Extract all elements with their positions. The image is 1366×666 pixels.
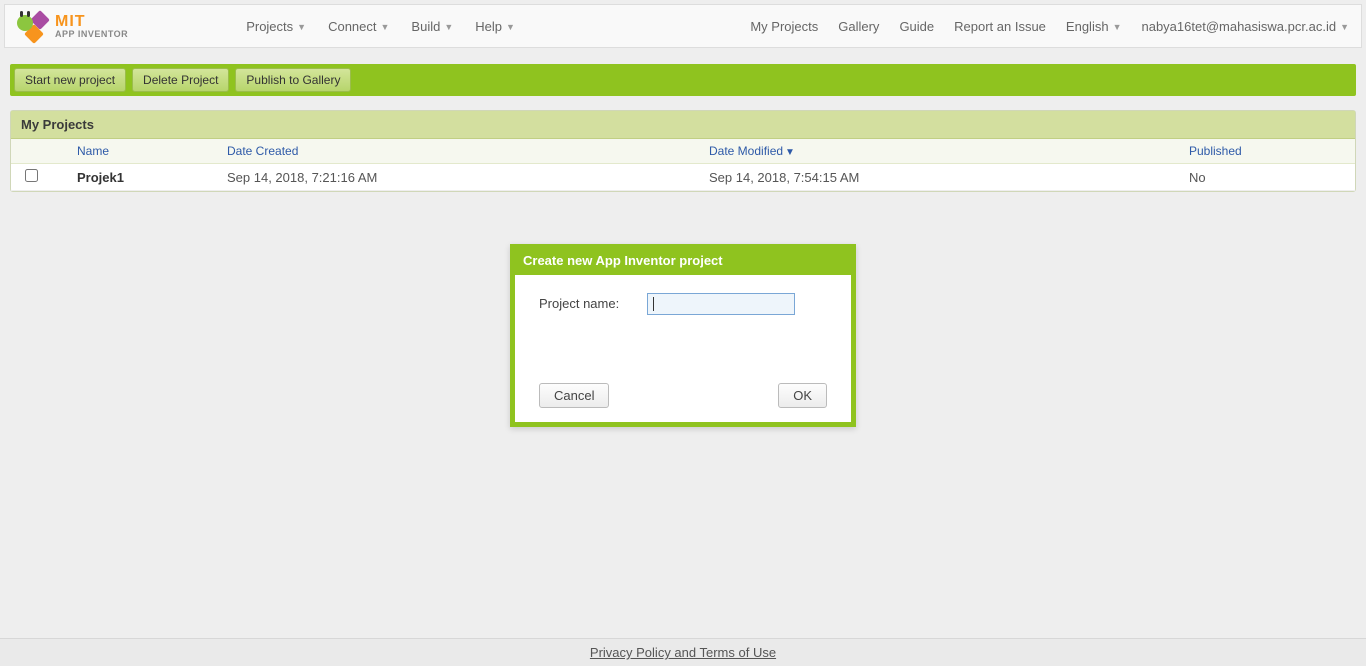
my-projects-panel: My Projects Name Date Created Date Modif…: [10, 110, 1356, 192]
menu-build-label: Build: [411, 19, 440, 34]
project-name-input[interactable]: [647, 293, 795, 315]
menu-language[interactable]: English ▼: [1066, 19, 1122, 34]
dialog-title: Create new App Inventor project: [515, 249, 851, 275]
cell-date-created: Sep 14, 2018, 7:21:16 AM: [227, 170, 709, 185]
dialog-layer: Create new App Inventor project Project …: [0, 4, 1366, 666]
menu-projects[interactable]: Projects ▼: [246, 19, 306, 34]
caret-down-icon: ▼: [381, 22, 390, 32]
action-toolbar: Start new project Delete Project Publish…: [10, 64, 1356, 96]
app-logo[interactable]: MIT APP INVENTOR: [15, 11, 128, 41]
cell-date-modified: Sep 14, 2018, 7:54:15 AM: [709, 170, 1189, 185]
col-header-date-modified[interactable]: Date Modified▼: [709, 144, 1189, 158]
start-new-project-button[interactable]: Start new project: [14, 68, 126, 92]
sort-descending-icon: ▼: [785, 147, 795, 158]
row-checkbox[interactable]: [25, 169, 38, 182]
privacy-terms-link[interactable]: Privacy Policy and Terms of Use: [590, 645, 776, 660]
logo-line2: APP INVENTOR: [55, 30, 128, 39]
top-navbar: MIT APP INVENTOR Projects ▼ Connect ▼ Buil…: [4, 4, 1362, 48]
col-header-published[interactable]: Published: [1189, 144, 1355, 158]
panel-title: My Projects: [11, 111, 1355, 139]
caret-down-icon: ▼: [444, 22, 453, 32]
logo-icon: [15, 11, 49, 41]
ok-button[interactable]: OK: [778, 383, 827, 408]
menu-account-label: nabya16tet@mahasiswa.pcr.ac.id: [1141, 19, 1336, 34]
caret-down-icon: ▼: [506, 22, 515, 32]
logo-text: MIT APP INVENTOR: [55, 14, 128, 39]
link-report-issue[interactable]: Report an Issue: [954, 19, 1046, 34]
table-header-row: Name Date Created Date Modified▼ Publish…: [11, 139, 1355, 164]
cell-project-name: Projek1: [77, 170, 227, 185]
menu-help[interactable]: Help ▼: [475, 19, 515, 34]
cell-published: No: [1189, 170, 1355, 185]
table-row[interactable]: Projek1 Sep 14, 2018, 7:21:16 AM Sep 14,…: [11, 164, 1355, 191]
menu-help-label: Help: [475, 19, 502, 34]
logo-line1: MIT: [55, 14, 128, 30]
menu-language-label: English: [1066, 19, 1109, 34]
nav-right-group: My Projects Gallery Guide Report an Issu…: [750, 19, 1355, 34]
nav-left-group: Projects ▼ Connect ▼ Build ▼ Help ▼: [246, 19, 515, 34]
caret-down-icon: ▼: [297, 22, 306, 32]
text-cursor-icon: [653, 297, 654, 311]
col-header-name[interactable]: Name: [77, 144, 227, 158]
link-guide[interactable]: Guide: [899, 19, 934, 34]
publish-to-gallery-button[interactable]: Publish to Gallery: [235, 68, 351, 92]
project-name-label: Project name:: [539, 293, 619, 311]
menu-build[interactable]: Build ▼: [411, 19, 453, 34]
caret-down-icon: ▼: [1340, 22, 1349, 32]
menu-connect-label: Connect: [328, 19, 376, 34]
menu-projects-label: Projects: [246, 19, 293, 34]
cancel-button[interactable]: Cancel: [539, 383, 609, 408]
col-header-date-modified-label: Date Modified: [709, 144, 783, 158]
menu-connect[interactable]: Connect ▼: [328, 19, 389, 34]
link-my-projects[interactable]: My Projects: [750, 19, 818, 34]
menu-account[interactable]: nabya16tet@mahasiswa.pcr.ac.id ▼: [1141, 19, 1349, 34]
new-project-dialog: Create new App Inventor project Project …: [510, 244, 856, 427]
col-header-date-created[interactable]: Date Created: [227, 144, 709, 158]
caret-down-icon: ▼: [1113, 22, 1122, 32]
link-gallery[interactable]: Gallery: [838, 19, 879, 34]
delete-project-button[interactable]: Delete Project: [132, 68, 229, 92]
